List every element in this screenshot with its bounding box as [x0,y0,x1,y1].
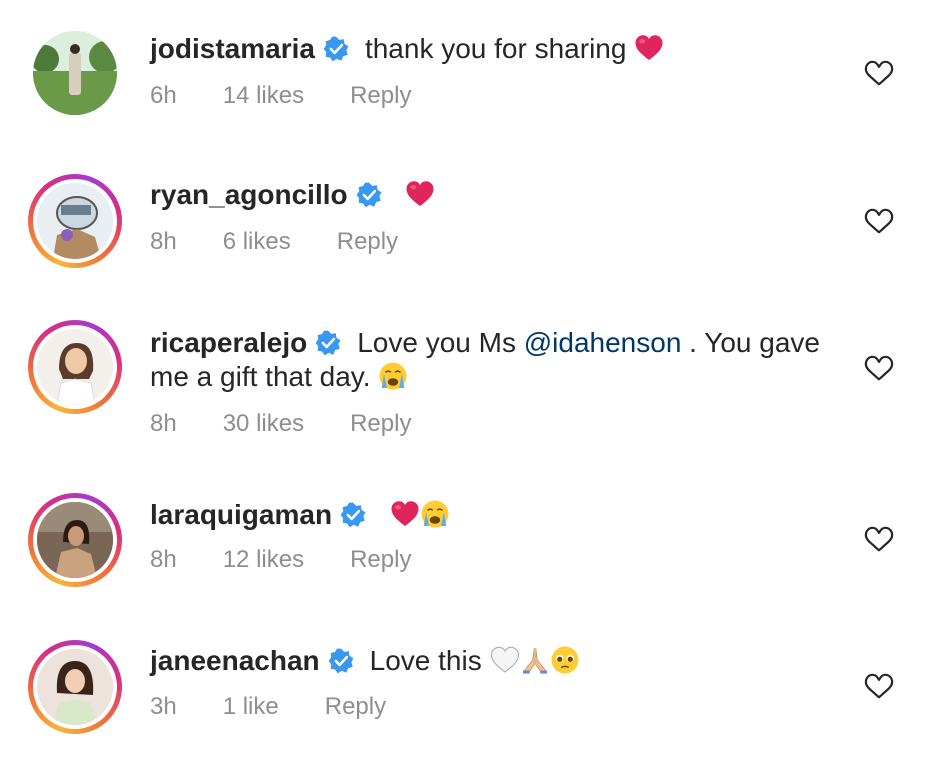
avatar-photo [37,329,113,405]
verified-badge-icon [356,182,382,208]
avatar[interactable] [28,174,122,268]
like-heart-icon[interactable] [864,524,894,554]
username[interactable]: janeenachan [150,645,320,676]
comment-likes[interactable]: 30 likes [223,410,304,438]
like-heart-icon[interactable] [864,58,894,88]
verified-badge-icon [315,330,341,356]
comment-body: Love you Ms [357,327,516,358]
avatar[interactable] [28,26,122,120]
comment-text: jodistamaria thank you for sharing [150,32,835,66]
reply-button[interactable]: Reply [350,410,411,438]
comment-time: 8h [150,410,177,437]
comment-meta: 3h 1 like Reply [150,693,432,721]
comment-body-line2: me a gift that day. [150,361,371,392]
reply-button[interactable]: Reply [337,228,398,256]
avatar-photo [37,502,113,578]
comment-time: 3h [150,693,177,720]
like-heart-icon[interactable] [864,671,894,701]
like-heart-icon[interactable] [864,353,894,383]
comment-time: 8h [150,546,177,573]
comment-text: ryan_agoncillo [150,178,835,212]
username[interactable]: ricaperalejo [150,327,307,358]
avatar[interactable] [28,493,122,587]
comment-text: ricaperalejo Love you Ms @idahenson . You… [150,326,835,394]
avatar[interactable] [28,320,122,414]
comment-meta: 8h 30 likes Reply [150,410,457,438]
like-heart-icon[interactable] [864,206,894,236]
reply-button[interactable]: Reply [325,693,386,721]
loudly-crying-face-emoji-icon [378,361,408,391]
comment-body-cont: . You gave [689,327,820,358]
avatar-photo [37,649,113,725]
verified-badge-icon [340,502,366,528]
reply-button[interactable]: Reply [350,82,411,110]
comment-body: thank you for sharing [364,33,627,64]
loudly-crying-face-emoji-icon [420,499,450,529]
username[interactable]: jodistamaria [150,33,315,64]
comment-likes[interactable]: 12 likes [223,546,304,574]
red-heart-emoji-icon [390,499,420,529]
reply-button[interactable]: Reply [350,546,411,574]
avatar[interactable] [28,640,122,734]
comment-meta: 6h 14 likes Reply [150,82,457,110]
comment-likes[interactable]: 6 likes [223,228,291,256]
comment-meta: 8h 6 likes Reply [150,228,444,256]
comment-body: Love this [369,645,482,676]
username[interactable]: laraquigaman [150,499,332,530]
avatar-photo [33,31,117,115]
avatar-photo [37,183,113,259]
comment-likes[interactable]: 1 like [223,693,279,721]
white-heart-emoji-icon [490,645,520,675]
comment-time: 8h [150,228,177,255]
verified-badge-icon [328,648,354,674]
mention-link[interactable]: @idahenson [524,327,682,358]
pleading-face-emoji-icon [550,645,580,675]
comment-text: janeenachan Love this [150,644,835,678]
username[interactable]: ryan_agoncillo [150,179,348,210]
comment-text: laraquigaman [150,498,835,532]
red-heart-emoji-icon [634,33,664,63]
comment-time: 6h [150,82,177,109]
comment-meta: 8h 12 likes Reply [150,546,457,574]
red-heart-emoji-icon [405,179,435,209]
verified-badge-icon [323,36,349,62]
comment-likes[interactable]: 14 likes [223,82,304,110]
folded-hands-emoji-icon [520,645,550,675]
